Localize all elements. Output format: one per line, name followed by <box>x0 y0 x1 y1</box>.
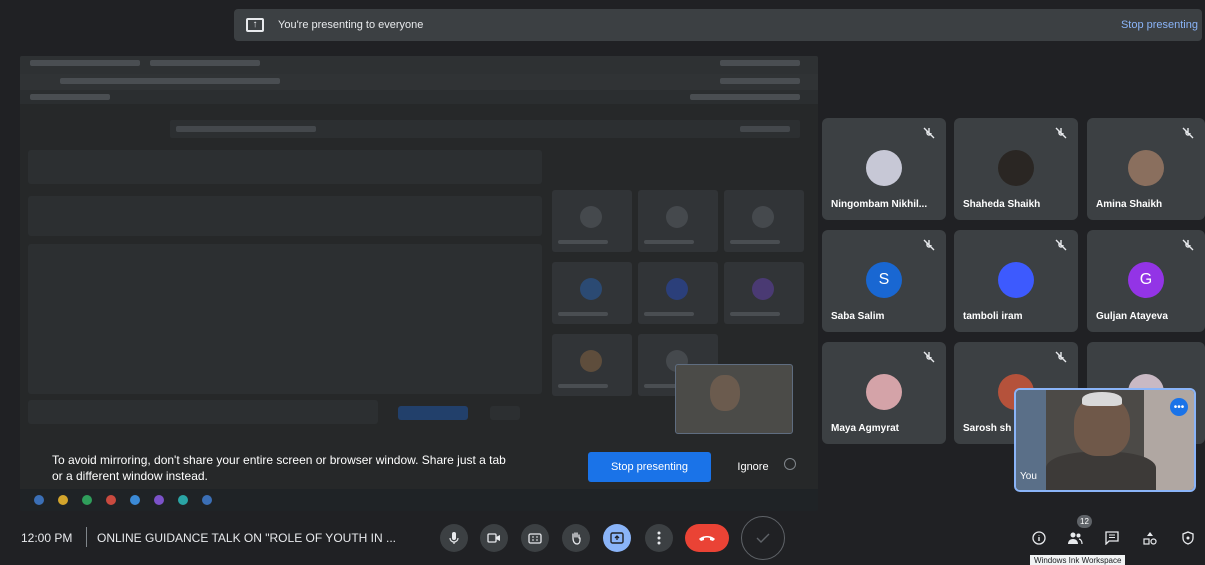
avatar <box>866 150 902 186</box>
chat-button[interactable] <box>1101 527 1123 549</box>
mirror-warning-line-1: To avoid mirroring, don't share your ent… <box>52 453 506 467</box>
mirrored-tile <box>724 262 804 324</box>
hand-icon <box>572 532 581 545</box>
mirrored-bookmarks-bar <box>20 90 818 104</box>
phone-hangup-icon <box>699 536 715 541</box>
mirror-warning-text: To avoid mirroring, don't share your ent… <box>52 452 572 484</box>
camera-icon <box>487 533 500 543</box>
meeting-details-button[interactable] <box>1028 527 1050 549</box>
leave-call-button[interactable] <box>685 524 729 552</box>
mirrored-presenting-banner <box>170 120 800 138</box>
mirrored-tile <box>552 190 632 252</box>
more-vert-icon <box>657 531 661 545</box>
mirrored-browser-tabs <box>20 56 818 74</box>
meeting-title: ONLINE GUIDANCE TALK ON "ROLE OF YOUTH I… <box>97 531 396 545</box>
avatar: S <box>866 262 902 298</box>
self-view-tile[interactable]: You ••• <box>1014 388 1196 492</box>
mirrored-screen-block <box>28 196 542 236</box>
participant-tile[interactable]: Shaheda Shaikh <box>954 118 1078 220</box>
participant-tile[interactable]: S Saba Salim <box>822 230 946 332</box>
feedback-icon[interactable] <box>784 458 796 470</box>
mirrored-tile <box>638 262 718 324</box>
mirrored-banner-block <box>28 150 542 184</box>
mirrored-tile <box>552 262 632 324</box>
mic-off-icon <box>1182 239 1194 251</box>
people-icon <box>1068 532 1083 545</box>
mirrored-tile <box>552 334 632 396</box>
mic-icon <box>449 532 459 544</box>
check-button[interactable] <box>741 516 785 560</box>
avatar <box>998 150 1034 186</box>
avatar <box>866 374 902 410</box>
host-controls-button[interactable] <box>1177 527 1199 549</box>
self-view-label: You <box>1020 471 1037 482</box>
mirrored-screen-block <box>28 244 542 394</box>
people-button[interactable] <box>1064 527 1086 549</box>
present-screen-icon <box>610 532 624 544</box>
participant-name: Guljan Atayeva <box>1096 311 1168 322</box>
present-now-button[interactable] <box>603 524 631 552</box>
participant-tile[interactable]: G Guljan Atayeva <box>1087 230 1205 332</box>
check-icon <box>756 533 770 543</box>
bottom-toolbar: 12:00 PM ONLINE GUIDANCE TALK ON "ROLE O… <box>0 513 1205 565</box>
presenting-banner-text: You're presenting to everyone <box>278 19 424 31</box>
banner-stop-presenting-link[interactable]: Stop presenting <box>1121 19 1198 31</box>
raise-hand-button[interactable] <box>562 524 590 552</box>
mic-off-icon <box>1055 351 1067 363</box>
mirrored-ignore-button <box>490 406 520 420</box>
mirrored-tile <box>638 190 718 252</box>
self-view-person <box>1082 392 1122 406</box>
participant-tile[interactable]: Maya Agmyrat <box>822 342 946 444</box>
mirrored-self-view <box>675 364 793 434</box>
participant-name: Shaheda Shaikh <box>963 199 1041 210</box>
mic-off-icon <box>1055 127 1067 139</box>
mic-off-icon <box>923 239 935 251</box>
mirrored-address-bar <box>20 74 818 90</box>
mirrored-tile <box>724 190 804 252</box>
self-view-person <box>1046 452 1156 490</box>
participant-name: tamboli iram <box>963 311 1023 322</box>
ignore-button[interactable]: Ignore <box>725 452 781 482</box>
mic-off-icon <box>923 351 935 363</box>
more-horiz-icon[interactable]: ••• <box>1170 398 1188 416</box>
participant-tile[interactable]: Ningombam Nikhil... <box>822 118 946 220</box>
activities-icon <box>1143 532 1157 545</box>
participant-name: Ningombam Nikhil... <box>831 199 928 210</box>
windows-ink-tooltip: Windows Ink Workspace <box>1030 555 1126 565</box>
activities-button[interactable] <box>1139 527 1161 549</box>
avatar <box>998 262 1034 298</box>
mic-off-button[interactable] <box>440 524 468 552</box>
chat-icon <box>1105 531 1119 545</box>
people-count-badge: 12 <box>1077 515 1092 528</box>
mirrored-stop-button <box>398 406 468 420</box>
participant-name: Amina Shaikh <box>1096 199 1163 210</box>
stop-presenting-button[interactable]: Stop presenting <box>588 452 711 482</box>
mirrored-taskbar <box>20 489 818 511</box>
participant-tile[interactable]: tamboli iram <box>954 230 1078 332</box>
mirrored-warning-block <box>28 400 378 424</box>
shared-screen <box>20 56 818 511</box>
avatar: G <box>1128 262 1164 298</box>
mirror-warning-line-2: or a different window instead. <box>52 469 208 483</box>
present-screen-icon: ↑ <box>246 18 264 32</box>
meeting-time: 12:00 PM <box>21 531 73 545</box>
shield-lock-icon <box>1182 531 1194 545</box>
captions-icon <box>528 532 542 544</box>
participant-tile[interactable]: Amina Shaikh <box>1087 118 1205 220</box>
divider <box>86 527 87 547</box>
mic-off-icon <box>1055 239 1067 251</box>
presenting-banner: ↑ You're presenting to everyone Stop pre… <box>234 9 1202 41</box>
mic-off-icon <box>923 127 935 139</box>
more-options-button[interactable] <box>645 524 673 552</box>
participant-name: Maya Agmyrat <box>831 423 899 434</box>
info-icon <box>1032 531 1046 545</box>
camera-button[interactable] <box>480 524 508 552</box>
participant-name: Saba Salim <box>831 311 885 322</box>
avatar <box>1128 150 1164 186</box>
participant-name: Sarosh sh <box>963 423 1012 434</box>
mic-off-icon <box>1182 127 1194 139</box>
captions-button[interactable] <box>521 524 549 552</box>
